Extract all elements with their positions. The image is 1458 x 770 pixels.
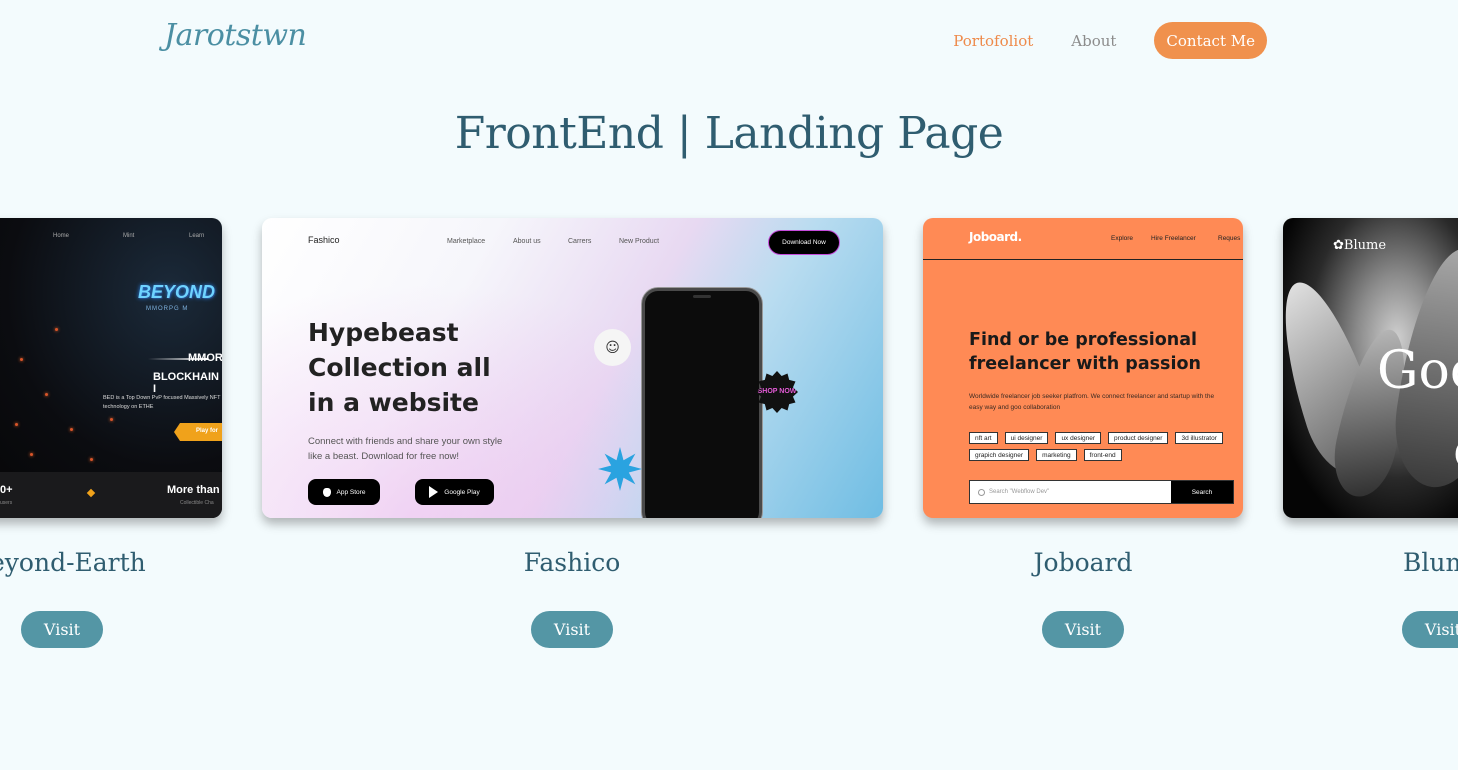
preview-nav-item: Hire Freelancer	[1151, 235, 1196, 242]
play-icon	[429, 486, 439, 498]
app-store-label: App Store	[336, 488, 366, 496]
nav-portfolio[interactable]: Portofoliot	[953, 32, 1033, 50]
preview-more-value: More than	[167, 484, 220, 496]
nav-about[interactable]: About	[1071, 32, 1116, 50]
preview-tag: 3d illustrator	[1175, 432, 1223, 444]
preview-nav-item: Mint	[123, 233, 135, 239]
project-title: Blum	[1403, 548, 1458, 577]
preview-tag: marketing	[1036, 449, 1077, 461]
page-title: FrontEnd | Landing Page	[454, 108, 1004, 159]
app-store-badge: App Store	[308, 479, 380, 505]
google-play-badge: Google Play	[415, 479, 494, 505]
preview-description: Connect with friends and share your own …	[308, 436, 503, 462]
preview-brand-label: Blume	[1343, 238, 1387, 253]
preview-search-button: Search	[1171, 481, 1233, 503]
preview-heading: Hypebeast Collection all in a website	[308, 318, 491, 417]
visit-button-beyond-earth[interactable]: Visit	[21, 611, 103, 648]
preview-brand: Fashico	[308, 235, 340, 245]
phone-mockup	[642, 288, 762, 518]
preview-nav-item: Learn	[189, 233, 205, 239]
google-play-label: Google Play	[444, 488, 480, 496]
preview-tag: front-end	[1083, 449, 1122, 461]
star-burst-icon	[598, 447, 642, 491]
fashico-preview: Fashico Marketplace About us Carrers New…	[262, 218, 883, 518]
main-nav: Portofoliot About Contact Me	[953, 22, 1267, 59]
preview-stat-label: users	[0, 500, 13, 506]
visit-button-blume[interactable]: Visit	[1402, 611, 1458, 648]
preview-tag: nft art	[969, 432, 998, 444]
preview-tag: product designer	[1108, 432, 1169, 444]
joboard-preview: Joboard. Explore Hire Freelancer Reques …	[923, 218, 1243, 518]
search-placeholder: Search "Webflow Dev"	[989, 489, 1050, 495]
preview-logo: BEYOND	[138, 282, 216, 302]
visit-button-fashico[interactable]: Visit	[531, 611, 613, 648]
preview-brand: ✿Blume	[1333, 238, 1386, 253]
preview-nav-item: Carrers	[568, 238, 592, 245]
contact-me-button[interactable]: Contact Me	[1154, 22, 1267, 59]
smiley-icon: ☺	[594, 329, 631, 366]
lotus-icon: ✿	[1333, 238, 1344, 253]
search-icon	[978, 488, 985, 496]
preview-description: Worldwide freelancer job seeker platfrom…	[969, 393, 1215, 411]
preview-nav-item: Home	[53, 233, 70, 239]
beyond-earth-preview: Home Mint Learn BEYOND MMORPG M MMOR BLO…	[0, 218, 222, 518]
preview-more-label: Collectible Cha	[180, 500, 214, 506]
preview-nav-item: Marketplace	[447, 238, 486, 245]
project-title: Joboard	[1033, 548, 1133, 577]
preview-heading: MMOR	[188, 352, 222, 364]
preview-description: BED is a Top Down PvP focused Massively …	[103, 395, 221, 410]
preview-subtitle: MMORPG M	[146, 306, 189, 312]
preview-play-button: Play for	[174, 423, 222, 441]
preview-nav-item: New Product	[619, 238, 660, 245]
site-logo[interactable]: Jarotstwn	[164, 18, 307, 53]
project-title: Fashico	[523, 548, 621, 577]
visit-button-joboard[interactable]: Visit	[1042, 611, 1124, 648]
preview-tag: ux designer	[1055, 432, 1102, 444]
project-title: eyond-Earth	[0, 548, 146, 577]
preview-heading: BLOCKHAIN I	[153, 371, 219, 395]
blume-preview: ✿Blume Goo c	[1283, 218, 1458, 518]
preview-nav-item: Reques	[1218, 235, 1241, 242]
preview-nav-item: About us	[513, 238, 541, 245]
preview-tag: ui designer	[1004, 432, 1049, 444]
preview-download-button: Download Now	[768, 230, 840, 255]
preview-search-bar: Search "Webflow Dev" Search	[969, 480, 1234, 504]
apple-icon	[322, 487, 331, 497]
preview-heading: c	[1453, 421, 1458, 481]
preview-nav-item: Explore	[1111, 235, 1134, 242]
preview-heading: Find or be professional freelancer with …	[969, 330, 1201, 374]
preview-tag: grapich designer	[969, 449, 1030, 461]
preview-stat-value: 0+	[0, 484, 13, 496]
preview-heading: Goo	[1377, 341, 1458, 401]
shop-now-badge: SHOP NOW	[756, 371, 798, 413]
preview-search-input: Search "Webflow Dev"	[970, 481, 1171, 503]
preview-brand: Joboard.	[969, 230, 1022, 244]
preview-tag-list: nft art ui designer ux designer product …	[969, 432, 1229, 461]
